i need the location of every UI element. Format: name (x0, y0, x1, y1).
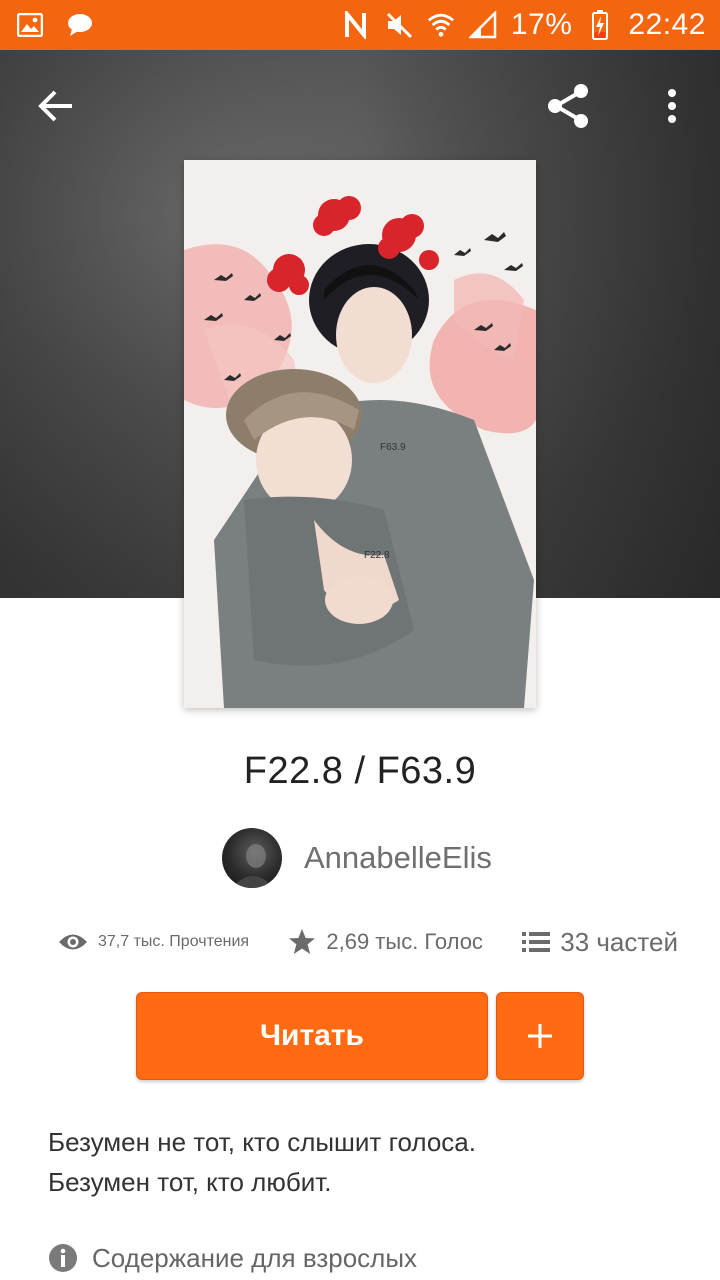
share-button[interactable] (540, 78, 596, 134)
chat-bubble-icon (66, 11, 94, 39)
status-bar-left (16, 11, 94, 39)
battery-charging-icon (586, 10, 614, 40)
add-to-library-button[interactable] (496, 992, 584, 1080)
gallery-icon (16, 11, 44, 39)
parts-stat[interactable]: 33 частей (522, 927, 678, 958)
description-line-2: Безумен тот, кто любит. (48, 1167, 332, 1197)
story-title: F22.8 / F63.9 (243, 750, 477, 792)
story-cover-image[interactable]: F63.9 F22.8 (184, 160, 536, 708)
reads-stat: 37,7 тыс. Прочтения (58, 931, 249, 953)
read-button[interactable]: Читать (136, 992, 488, 1080)
votes-count: 2,69 тыс. Голос (326, 929, 483, 954)
plus-icon (528, 1024, 552, 1048)
star-icon (289, 929, 316, 954)
cover-text-f22: F22.8 (364, 550, 390, 561)
author-avatar[interactable] (222, 828, 282, 888)
list-icon (522, 932, 551, 952)
back-button[interactable] (28, 78, 84, 134)
eye-icon (59, 934, 87, 950)
nfc-icon (343, 11, 371, 39)
mute-icon (385, 11, 413, 39)
reads-count: 37,7 тыс. Прочтения (98, 933, 250, 950)
story-description: Безумен не тот, кто слышит голоса. Безум… (48, 1122, 688, 1202)
description-line-1: Безумен не тот, кто слышит голоса. (48, 1127, 476, 1157)
story-stats: 37,7 тыс. Прочтения 2,69 тыс. Голос 33 ч… (58, 920, 678, 964)
signal-icon (468, 11, 497, 39)
battery-percent: 17% (510, 8, 573, 41)
arrow-left-icon (38, 90, 72, 122)
more-vertical-icon (668, 89, 676, 123)
mature-label: Содержание для взрослых (92, 1242, 418, 1273)
info-icon (49, 1244, 77, 1272)
mature-content-notice: Содержание для взрослых (48, 1238, 417, 1278)
author-link[interactable]: AnnabelleElis (222, 828, 492, 888)
cover-text-f63: F63.9 (380, 442, 406, 453)
author-name[interactable]: AnnabelleElis (304, 840, 492, 876)
votes-stat: 2,69 тыс. Голос (288, 928, 483, 956)
parts-count[interactable]: 33 частей (560, 927, 678, 958)
share-icon (548, 84, 588, 128)
top-action-bar (0, 50, 720, 162)
status-bar: 17% 22:42 (0, 0, 720, 50)
clock: 22:42 (628, 8, 706, 41)
more-options-button[interactable] (644, 78, 700, 134)
status-bar-right: 17% 22:42 (343, 8, 706, 42)
wifi-icon (427, 11, 455, 39)
